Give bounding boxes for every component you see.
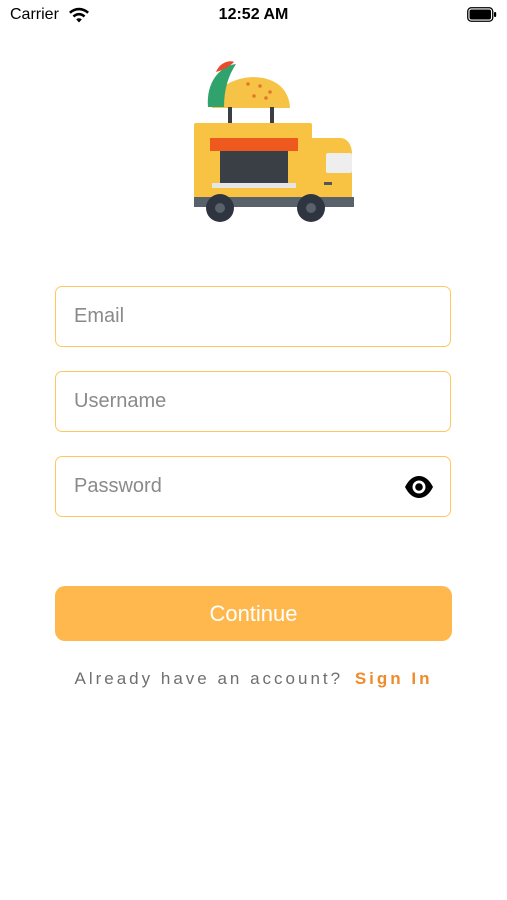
- signup-screen: Carrier 12:52 AM Email Username Continue…: [0, 0, 507, 900]
- taco-truck-icon: [194, 61, 354, 222]
- eye-icon[interactable]: [404, 474, 434, 500]
- password-input[interactable]: [74, 457, 394, 516]
- email-input[interactable]: [74, 287, 394, 346]
- battery-icon: [467, 7, 497, 22]
- signin-link[interactable]: Sign In: [355, 669, 433, 688]
- signin-prompt-text: Already have an account?: [74, 669, 344, 688]
- clock: 12:52 AM: [218, 6, 289, 23]
- continue-button[interactable]: Continue: [55, 586, 452, 641]
- status-bar: Carrier 12:52 AM: [0, 0, 507, 30]
- signin-prompt: Already have an account? Sign In: [0, 669, 507, 689]
- email-field[interactable]: [55, 286, 451, 347]
- password-field[interactable]: [55, 456, 451, 517]
- username-input[interactable]: [74, 372, 394, 431]
- username-field[interactable]: [55, 371, 451, 432]
